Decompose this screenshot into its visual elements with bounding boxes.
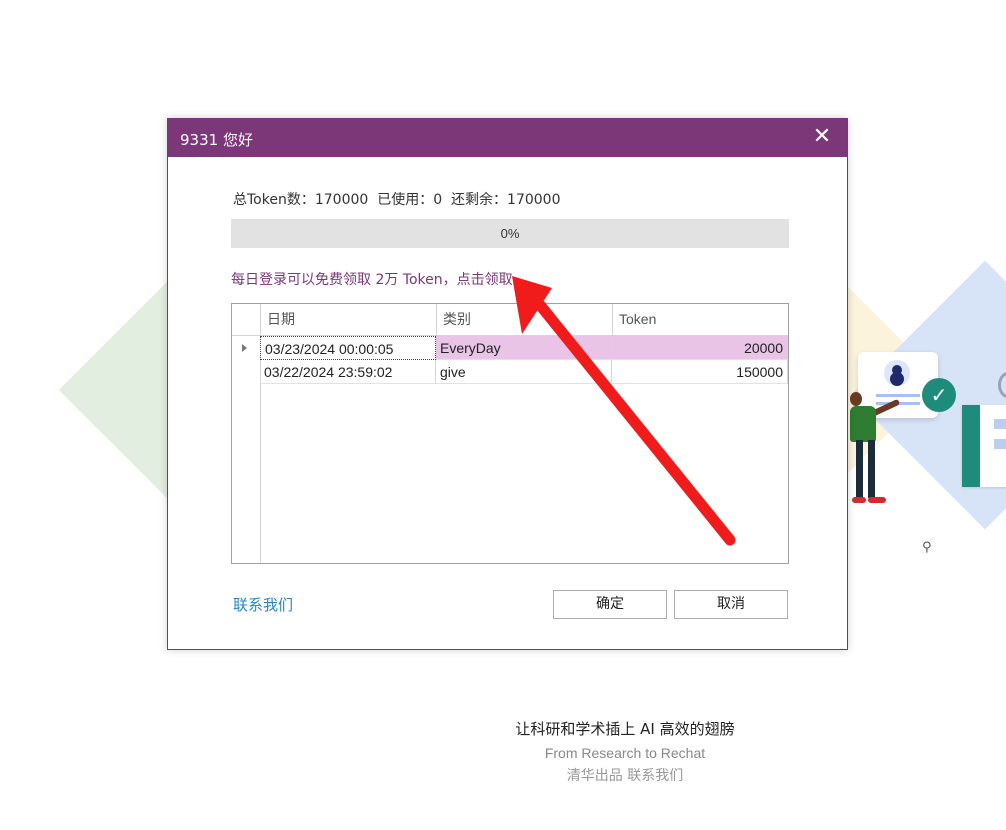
claim-link[interactable]: 点击领取 (457, 272, 513, 288)
dialog-title-bar[interactable]: 9331 您好 ✕ (168, 119, 847, 157)
person-leg (856, 440, 863, 498)
column-header-token[interactable]: Token (612, 304, 788, 335)
footer-contact-link[interactable]: 联系我们 (627, 768, 683, 784)
footer-credit-line: 清华出品 联系我们 (440, 765, 810, 785)
card-line (994, 419, 1006, 429)
used-label: 已使用： (377, 192, 434, 208)
column-header-type[interactable]: 类别 (436, 304, 612, 335)
cell-type[interactable]: EveryDay (436, 336, 612, 360)
table-header: 日期 类别 Token (232, 304, 788, 336)
contact-us-link[interactable]: 联系我们 (233, 594, 293, 615)
avatar-icon (884, 360, 910, 386)
footer-slogan: 让科研和学术插上 AI 高效的翅膀 (515, 720, 735, 738)
promo-text: 每日登录可以免费领取 2万 Token， (231, 272, 457, 288)
ok-button[interactable]: 确定 (553, 590, 667, 619)
background-document-card (962, 405, 1006, 487)
token-history-table[interactable]: 日期 类别 Token 03/23/2024 00:00:05 EveryDay… (231, 303, 789, 564)
cell-type[interactable]: give (436, 360, 612, 384)
table-row[interactable]: 03/23/2024 00:00:05 EveryDay 20000 (232, 336, 788, 360)
person-body (850, 406, 876, 442)
used-value: 0 (433, 192, 443, 208)
remaining-label: 还剩余： (451, 192, 508, 208)
total-value: 170000 (314, 192, 369, 208)
dialog-title: 9331 您好 (180, 131, 253, 149)
app-background: ✓ ⚲ 让科研和学术插上 AI 高效的翅膀 From Research to R… (0, 0, 1006, 830)
progress-text: 0% (500, 226, 520, 241)
cancel-button[interactable]: 取消 (674, 590, 788, 619)
promo-line: 每日登录可以免费领取 2万 Token，点击领取 (231, 269, 513, 289)
page-footer: 让科研和学术插上 AI 高效的翅膀 From Research to Recha… (440, 718, 810, 785)
cell-date[interactable]: 03/23/2024 00:00:05 (260, 336, 436, 360)
close-icon[interactable]: ✕ (809, 125, 835, 151)
remaining-value: 170000 (507, 192, 561, 208)
check-circle-icon: ✓ (922, 378, 956, 412)
cell-token[interactable]: 20000 (612, 336, 788, 360)
person-leg (868, 440, 875, 498)
footer-subtitle: From Research to Rechat (544, 745, 706, 761)
cell-token[interactable]: 150000 (612, 360, 788, 384)
token-dialog: 9331 您好 ✕ 总Token数：170000 已使用：0 还剩余：17000… (167, 118, 848, 650)
column-header-date[interactable]: 日期 (260, 304, 436, 335)
table-row[interactable]: 03/22/2024 23:59:02 give 150000 (232, 360, 788, 384)
person-shoe (852, 497, 866, 503)
profile-line (876, 394, 920, 397)
person-head (850, 392, 862, 406)
triangle-right-icon (242, 344, 247, 352)
search-icon[interactable]: ⚲ (922, 540, 932, 555)
footer-credit: 清华出品 (566, 768, 623, 784)
cell-date[interactable]: 03/22/2024 23:59:02 (260, 360, 436, 384)
token-summary: 总Token数：170000 已使用：0 还剩余：170000 (233, 189, 560, 209)
token-progress-bar: 0% (231, 219, 789, 248)
total-label: 总Token数： (233, 192, 315, 208)
card-line (994, 439, 1006, 449)
person-shoe (868, 497, 886, 503)
